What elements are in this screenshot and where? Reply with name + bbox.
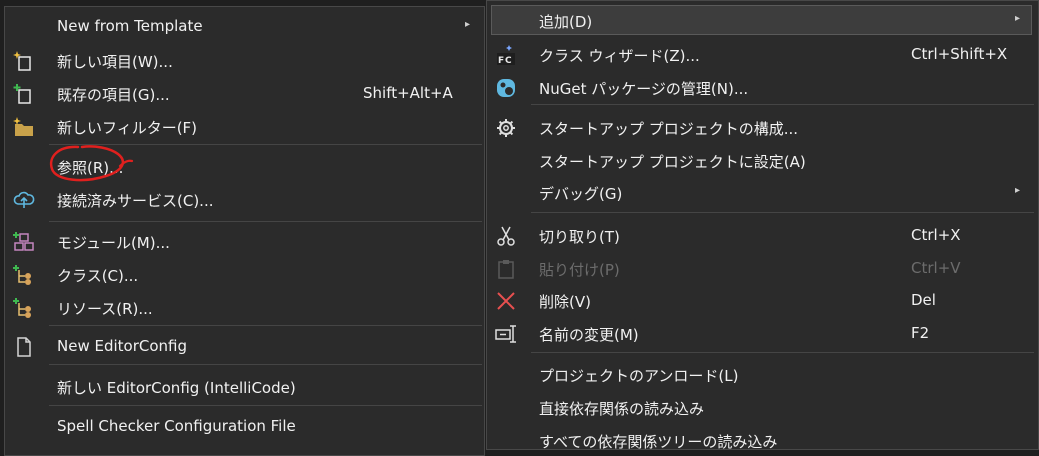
menu-item-label: 接続済みサービス(C)... xyxy=(57,192,214,210)
menu-item-class-wizard[interactable]: F C クラス ウィザード(Z)... Ctrl+Shift+X xyxy=(487,38,1038,70)
menu-item-label: 新しい EditorConfig (IntelliCode) xyxy=(57,379,296,397)
menu-separator xyxy=(49,364,482,365)
menu-item-spell-checker-config[interactable]: Spell Checker Configuration File xyxy=(5,410,484,442)
menu-item-label: 新しい項目(W)... xyxy=(57,53,173,71)
menu-item-add[interactable]: 追加(D) ▸ xyxy=(487,4,1038,36)
menu-item-label: New from Template xyxy=(57,17,203,35)
menu-item-label: 貼り付け(P) xyxy=(539,261,620,279)
menu-separator xyxy=(531,212,1034,213)
menu-item-label: モジュール(M)... xyxy=(57,234,170,252)
menu-item-label: 削除(V) xyxy=(539,293,591,311)
menu-item-shortcut: Ctrl+X xyxy=(911,226,961,244)
gear-icon xyxy=(497,119,515,137)
menu-item-class[interactable]: クラス(C)... xyxy=(5,258,484,290)
menu-item-label: デバッグ(G) xyxy=(539,185,623,203)
menu-item-set-startup[interactable]: スタートアップ プロジェクトに設定(A) xyxy=(487,144,1038,176)
class-icon xyxy=(13,265,31,285)
menu-item-cut[interactable]: 切り取り(T) Ctrl+X xyxy=(487,219,1038,251)
file-icon xyxy=(17,337,31,357)
menu-item-connected-services[interactable]: 接続済みサービス(C)... xyxy=(5,183,484,215)
menu-separator xyxy=(531,352,1034,353)
menu-item-label: クラス(C)... xyxy=(57,267,139,285)
menu-item-unload-project[interactable]: プロジェクトのアンロード(L) xyxy=(487,358,1038,390)
menu-item-label: クラス ウィザード(Z)... xyxy=(539,47,700,65)
rename-icon xyxy=(495,325,516,343)
menu-item-load-direct-dependencies[interactable]: 直接依存関係の読み込み xyxy=(487,391,1038,423)
menu-item-label: 既存の項目(G)... xyxy=(57,86,170,104)
menu-item-label: Spell Checker Configuration File xyxy=(57,417,296,435)
menu-item-shortcut: Ctrl+V xyxy=(911,259,961,277)
folder-icon xyxy=(13,117,33,136)
menu-item-label: リソース(R)... xyxy=(57,300,153,318)
menu-item-shortcut: Ctrl+Shift+X xyxy=(911,45,1008,63)
nuget-icon xyxy=(497,79,515,97)
menu-item-label: すべての依存関係ツリーの読み込み xyxy=(539,433,778,450)
menu-separator xyxy=(49,325,482,326)
menu-item-module[interactable]: モジュール(M)... xyxy=(5,225,484,257)
menu-item-new-filter[interactable]: 新しいフィルター(F) xyxy=(5,110,484,142)
existing-item-icon xyxy=(13,84,31,104)
submenu-arrow-icon: ▸ xyxy=(465,19,471,30)
project-context-menu: 追加(D) ▸ F C クラス ウィザード(Z)... Ctrl+Shift+X… xyxy=(486,0,1039,450)
clipboard-icon xyxy=(498,260,514,279)
menu-item-delete[interactable]: 削除(V) Del xyxy=(487,284,1038,316)
menu-item-label: New EditorConfig xyxy=(57,337,188,355)
svg-text:C: C xyxy=(505,56,512,66)
menu-item-configure-startup[interactable]: スタートアップ プロジェクトの構成... xyxy=(487,111,1038,143)
menu-item-debug[interactable]: デバッグ(G) ▸ xyxy=(487,176,1038,208)
menu-item-shortcut: F2 xyxy=(911,324,930,342)
menu-item-label: スタートアップ プロジェクトに設定(A) xyxy=(539,153,806,171)
menu-item-label: NuGet パッケージの管理(N)... xyxy=(539,80,749,98)
menu-item-new-editorconfig[interactable]: New EditorConfig xyxy=(5,330,484,362)
menu-item-label: 名前の変更(M) xyxy=(539,326,639,344)
menu-item-label: 切り取り(T) xyxy=(539,228,620,246)
menu-item-nuget[interactable]: NuGet パッケージの管理(N)... xyxy=(487,71,1038,103)
menu-item-new-editorconfig-intellicode[interactable]: 新しい EditorConfig (IntelliCode) xyxy=(5,370,484,402)
svg-text:F: F xyxy=(498,56,504,66)
menu-separator xyxy=(49,221,482,222)
menu-item-load-all-dependencies[interactable]: すべての依存関係ツリーの読み込み xyxy=(487,424,1038,450)
menu-item-resource[interactable]: リソース(R)... xyxy=(5,291,484,323)
menu-item-new-from-template[interactable]: New from Template ▸ xyxy=(5,10,484,42)
menu-item-paste: 貼り付け(P) Ctrl+V xyxy=(487,252,1038,284)
menu-separator xyxy=(531,104,1034,105)
submenu-arrow-icon: ▸ xyxy=(1015,13,1021,24)
menu-separator xyxy=(49,405,482,406)
menu-item-label: プロジェクトのアンロード(L) xyxy=(539,367,739,385)
menu-item-rename[interactable]: 名前の変更(M) F2 xyxy=(487,317,1038,349)
menu-item-shortcut: Shift+Alt+A xyxy=(363,84,453,102)
menu-item-label: 追加(D) xyxy=(539,13,593,31)
submenu-arrow-icon: ▸ xyxy=(1015,185,1021,196)
class-wizard-icon: F C xyxy=(497,45,515,66)
menu-item-label: 直接依存関係の読み込み xyxy=(539,400,705,418)
new-item-icon xyxy=(13,51,31,71)
menu-item-label: 新しいフィルター(F) xyxy=(57,119,198,137)
module-icon xyxy=(13,232,34,251)
menu-item-shortcut: Del xyxy=(911,291,936,309)
menu-item-new-item[interactable]: 新しい項目(W)... xyxy=(5,44,484,76)
menu-item-existing-item[interactable]: 既存の項目(G)... Shift+Alt+A xyxy=(5,77,484,109)
menu-item-label: スタートアップ プロジェクトの構成... xyxy=(539,120,799,138)
connected-service-icon xyxy=(13,191,35,208)
red-annotation-circle xyxy=(49,145,134,182)
scissors-icon xyxy=(497,226,515,246)
delete-x-icon xyxy=(497,292,515,310)
resource-icon xyxy=(13,298,31,318)
add-submenu: New from Template ▸ 新しい項目(W)... 既存の項目(G)… xyxy=(4,6,485,456)
